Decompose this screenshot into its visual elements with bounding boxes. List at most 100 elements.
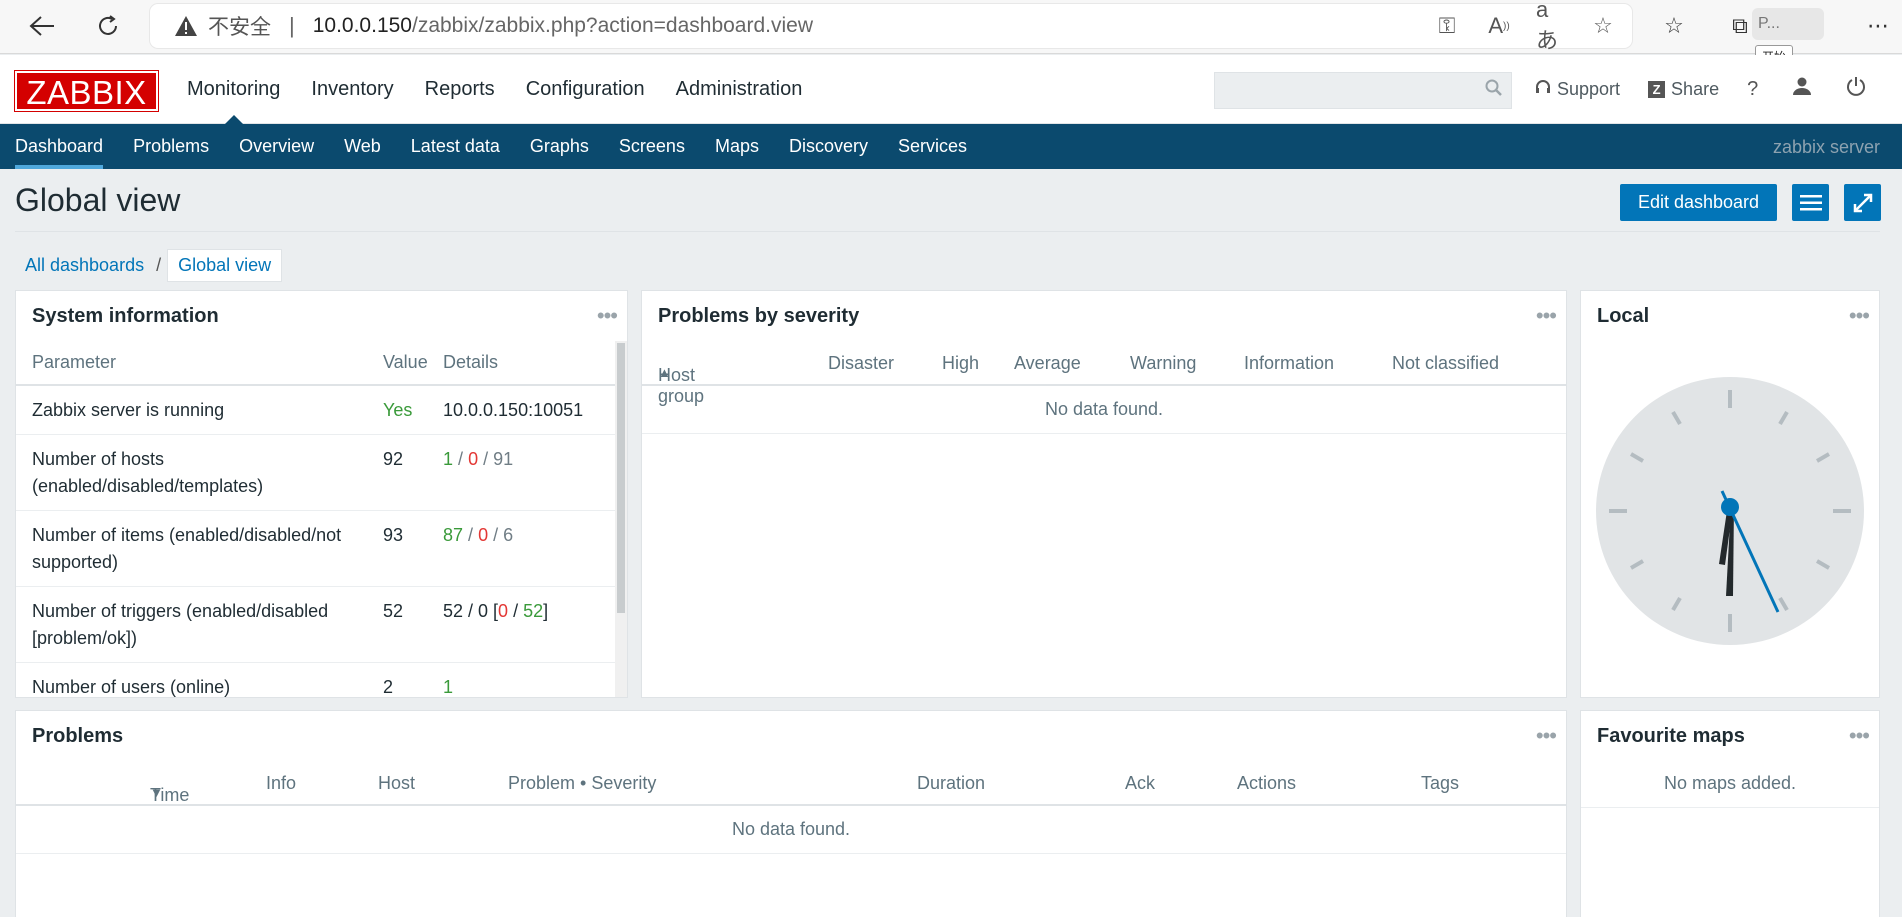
zabbix-header: ZABBIX Monitoring Inventory Reports Conf… — [0, 55, 1902, 124]
address-separator: | — [289, 13, 295, 38]
column-header: Actions — [1237, 773, 1297, 793]
param-cell: Number of users (online) — [16, 662, 383, 697]
column-header: Value — [383, 341, 443, 386]
subnav-screens[interactable]: Screens — [619, 124, 685, 169]
subnav-graphs[interactable]: Graphs — [530, 124, 589, 169]
reload-icon[interactable] — [90, 8, 126, 44]
fullscreen-button[interactable] — [1844, 184, 1881, 221]
hamburger-icon — [1799, 194, 1822, 210]
row-divider — [1581, 807, 1879, 808]
table-row: Number of users (online) 2 1 — [16, 662, 616, 697]
edit-dashboard-button[interactable]: Edit dashboard — [1620, 184, 1777, 221]
widget-menu-icon[interactable]: ••• — [597, 303, 618, 329]
subnav-problems[interactable]: Problems — [133, 124, 209, 169]
value-cell: 93 — [383, 510, 443, 587]
empty-message: No data found. — [1044, 399, 1164, 419]
widget-scrollbar[interactable] — [615, 341, 627, 697]
share-icon: Z — [1648, 80, 1666, 98]
back-icon[interactable] — [24, 8, 60, 44]
empty-message: No data found. — [731, 819, 851, 839]
help-icon[interactable]: ? — [1747, 78, 1758, 101]
param-cell: Number of hosts (enabled/disabled/templa… — [16, 434, 383, 511]
menu-monitoring[interactable]: Monitoring — [187, 55, 280, 124]
details-cell: 10.0.0.150:10051 — [443, 385, 616, 435]
widget-title: System information — [32, 305, 219, 327]
url-host: 10.0.0.150 — [312, 14, 412, 37]
page-title: Global view — [15, 182, 181, 218]
column-header: Information — [1244, 353, 1335, 373]
subnav-discovery[interactable]: Discovery — [789, 124, 868, 169]
read-aloud-icon[interactable]: A)) — [1484, 12, 1514, 40]
subnav-latest-data[interactable]: Latest data — [411, 124, 500, 169]
value-cell: 92 — [383, 434, 443, 511]
favorites-icon[interactable]: ☆ — [1656, 8, 1692, 44]
main-menu: Monitoring Inventory Reports Configurati… — [187, 55, 833, 124]
column-header: Disaster — [828, 353, 895, 373]
widget-title: Local — [1597, 305, 1650, 327]
menu-inventory[interactable]: Inventory — [311, 55, 393, 123]
trigger-suffix: ] — [543, 601, 549, 621]
disabled-count: 0 — [478, 525, 489, 545]
clock-center — [1721, 498, 1739, 516]
widget-menu-icon[interactable]: ••• — [1536, 723, 1557, 749]
widget-title: Problems by severity — [658, 305, 860, 327]
search-icon[interactable] — [1485, 79, 1503, 102]
trigger-prefix: 52 / 0 [ — [443, 601, 499, 621]
url-text[interactable]: 10.0.0.150/zabbix/zabbix.php?action=dash… — [313, 14, 813, 38]
column-header: Problem • Severity — [508, 773, 657, 793]
widget-menu-icon[interactable]: ••• — [1536, 303, 1557, 329]
subnav-dashboard[interactable]: Dashboard — [15, 124, 104, 169]
value-cell: Yes — [383, 385, 443, 435]
more-icon[interactable]: ⋯ — [1860, 8, 1896, 44]
profile-initial: P... — [1758, 15, 1780, 32]
breadcrumb-current[interactable]: Global view — [167, 249, 283, 282]
value-cell: 2 — [383, 662, 443, 697]
table-row: Number of hosts (enabled/disabled/templa… — [16, 434, 616, 511]
widget-menu-icon[interactable]: ••• — [1849, 723, 1870, 749]
address-bar[interactable]: 不安全 | 10.0.0.150/zabbix/zabbix.php?actio… — [150, 0, 1632, 53]
subnav-maps[interactable]: Maps — [715, 124, 759, 169]
expand-icon — [1853, 193, 1872, 212]
search-input[interactable] — [1214, 72, 1512, 109]
column-header: Details — [443, 341, 616, 386]
subnav-web[interactable]: Web — [344, 124, 381, 169]
support-link[interactable]: Support — [1535, 79, 1620, 100]
profile-button[interactable]: P... — [1752, 8, 1824, 40]
actions-menu-button[interactable] — [1792, 184, 1829, 221]
security-warning[interactable]: 不安全 — [174, 11, 271, 41]
server-name: zabbix server — [1772, 137, 1880, 157]
row-divider — [642, 433, 1566, 434]
warning-icon — [175, 16, 197, 36]
translate-icon[interactable]: aあ — [1536, 0, 1566, 53]
user-profile-icon[interactable] — [1792, 76, 1812, 102]
param-cell: Number of items (enabled/disabled/not su… — [16, 510, 383, 587]
sort-ascending-icon: ▲ — [658, 365, 671, 380]
column-header: Tags — [1421, 773, 1460, 793]
breadcrumb: All dashboards / Global view — [15, 249, 283, 282]
title-divider — [15, 231, 1880, 232]
column-header: Parameter — [16, 341, 383, 386]
column-header: Warning — [1130, 353, 1197, 373]
key-icon[interactable]: ⚿ — [1432, 12, 1462, 40]
zabbix-logo[interactable]: ZABBIX — [14, 70, 159, 112]
system-info-table: Parameter Value Details Zabbix server is… — [16, 341, 616, 697]
sign-out-icon[interactable] — [1846, 76, 1866, 102]
menu-configuration[interactable]: Configuration — [526, 55, 645, 123]
clock-widget: Local ••• — [1580, 290, 1880, 698]
share-link[interactable]: Z Share — [1648, 79, 1719, 100]
menu-administration[interactable]: Administration — [676, 55, 803, 123]
severity-table-header: Host group ▲ Disaster High Average Warni… — [642, 341, 1566, 406]
breadcrumb-all-dashboards[interactable]: All dashboards — [15, 255, 154, 276]
breadcrumb-separator: / — [156, 255, 162, 275]
column-header: Info — [266, 773, 297, 793]
menu-reports[interactable]: Reports — [425, 55, 495, 123]
column-header: Host — [378, 773, 416, 793]
add-favorite-icon[interactable]: ☆ — [1588, 12, 1618, 40]
scrollbar-thumb[interactable] — [617, 343, 625, 613]
details-cell: 87 / 0 / 6 — [443, 510, 616, 587]
row-divider — [16, 853, 1566, 854]
subnav-services[interactable]: Services — [898, 124, 967, 169]
subnav-overview[interactable]: Overview — [239, 124, 314, 169]
widget-menu-icon[interactable]: ••• — [1849, 303, 1870, 329]
details-cell: 1 / 0 / 91 — [443, 434, 616, 511]
